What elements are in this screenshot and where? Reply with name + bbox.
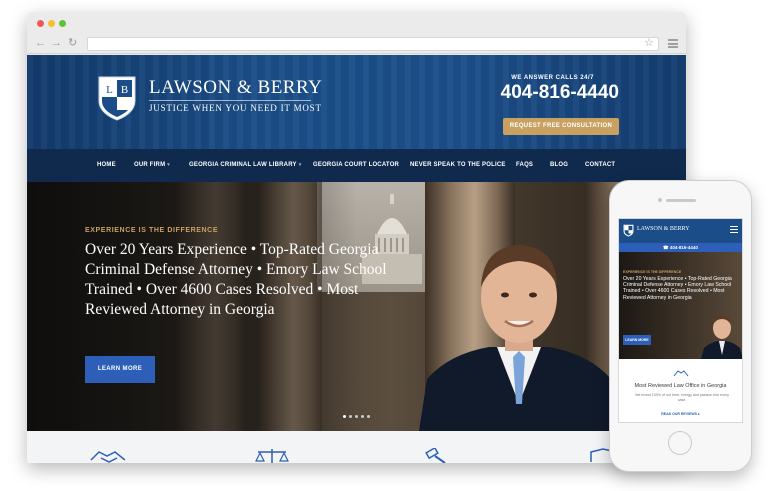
gavel-icon <box>425 448 446 463</box>
chevron-down-icon: ▾ <box>298 162 302 168</box>
hero-headline: Over 20 Years Experience • Top-Rated Geo… <box>85 241 387 318</box>
mobile-phone-mockup: LAWSON & BERRY ☎ 404-816-4440 EXPERIENCE… <box>609 180 752 472</box>
nav-item-georgia-criminal-law-library[interactable]: GEORGIA CRIMINAL LAW LIBRARY ▾ <box>189 162 301 168</box>
nav-item-never-speak-to-the-police[interactable]: NEVER SPEAK TO THE POLICE <box>410 162 506 168</box>
minimize-window-icon[interactable] <box>48 20 55 27</box>
site-header: L B LAWSON & BERRY JUSTICE WHEN YOU NEED… <box>27 55 686 149</box>
mobile-learn-more-button[interactable]: LEARN MORE <box>623 335 651 345</box>
mobile-hero-kicker: EXPERIENCE IS THE DIFFERENCE <box>623 270 682 274</box>
page-viewport: L B LAWSON & BERRY JUSTICE WHEN YOU NEED… <box>27 55 686 463</box>
slider-dot[interactable] <box>343 415 346 418</box>
mobile-hero-headline: Over 20 Years Experience • Top-Rated Geo… <box>623 276 732 301</box>
nav-item-our-firm[interactable]: OUR FIRM ▾ <box>134 162 170 168</box>
hamburger-menu-icon[interactable] <box>730 226 738 233</box>
mobile-header: LAWSON & BERRY <box>619 219 742 243</box>
slider-dot[interactable] <box>349 415 352 418</box>
slider-dot[interactable] <box>367 415 370 418</box>
browser-toolbar: ← → ↻ ☆ <box>27 34 686 54</box>
desktop-browser-mockup: ← → ↻ ☆ L B LAWSON & BERRY JUSTICE WHEN … <box>27 12 686 463</box>
main-navigation: HOME OUR FIRM ▾ GEORGIA CRIMINAL LAW LIBR… <box>27 149 686 182</box>
read-reviews-link[interactable]: READ OUR REVIEWS ▸ <box>619 412 742 416</box>
bookmark-star-icon[interactable]: ☆ <box>644 37 654 49</box>
header-phone-number[interactable]: 404-816-4440 <box>501 82 619 104</box>
back-arrow-icon[interactable]: ← <box>35 37 46 49</box>
shield-logo-icon[interactable] <box>623 224 634 237</box>
calls-label: WE ANSWER CALLS 24/7 <box>511 75 594 81</box>
mobile-section-title: Most Reviewed Law Office in Georgia <box>634 383 727 389</box>
address-bar[interactable] <box>87 37 659 51</box>
slider-dot[interactable] <box>361 415 364 418</box>
learn-more-button[interactable]: LEARN MORE <box>85 356 155 383</box>
attorney-portrait-image <box>419 245 619 431</box>
handshake-icon <box>90 451 126 463</box>
mobile-screen: LAWSON & BERRY ☎ 404-816-4440 EXPERIENCE… <box>618 218 743 423</box>
slider-dot[interactable] <box>355 415 358 418</box>
attorney-portrait-image <box>701 315 742 359</box>
firm-tagline: JUSTICE WHEN YOU NEED IT MOST <box>149 103 322 113</box>
mobile-hero: EXPERIENCE IS THE DIFFERENCE Over 20 Yea… <box>619 252 742 359</box>
mobile-section-text: We invest 100% of our time, energy and p… <box>635 393 729 402</box>
hero-slider: EXPERIENCE IS THE DIFFERENCE Over 20 Yea… <box>27 182 686 431</box>
chevron-down-icon: ▾ <box>167 162 170 168</box>
mobile-phone-bar[interactable]: ☎ 404-816-4440 <box>619 243 742 252</box>
request-consultation-button[interactable]: REQUEST FREE CONSULTATION <box>503 118 619 135</box>
nav-item-home[interactable]: HOME <box>97 162 116 168</box>
firm-name[interactable]: LAWSON & BERRY <box>149 77 322 99</box>
nav-item-contact[interactable]: CONTACT <box>585 162 615 168</box>
scales-icon <box>255 449 289 463</box>
maximize-window-icon[interactable] <box>59 20 66 27</box>
nav-item-georgia-court-locator[interactable]: GEORGIA COURT LOCATOR <box>313 162 399 168</box>
mobile-firm-name[interactable]: LAWSON & BERRY <box>637 226 690 232</box>
slider-pagination <box>343 405 373 423</box>
mobile-phone-number[interactable]: 404-816-4440 <box>670 245 698 250</box>
speaker-grille <box>666 199 696 202</box>
close-window-icon[interactable] <box>37 20 44 27</box>
nav-item-faqs[interactable]: FAQS <box>516 162 533 168</box>
browser-menu-icon[interactable] <box>668 39 678 48</box>
nav-item-blog[interactable]: BLOG <box>550 162 568 168</box>
logo-divider <box>149 100 311 101</box>
camera-icon <box>658 198 662 202</box>
shield-logo-icon[interactable]: L B <box>97 75 137 121</box>
features-strip <box>27 431 686 463</box>
handshake-icon <box>673 370 689 377</box>
logo-letter-b: B <box>121 84 128 96</box>
logo-letter-l: L <box>106 84 113 96</box>
reload-icon[interactable]: ↻ <box>68 37 77 49</box>
browser-titlebar <box>27 12 686 34</box>
forward-arrow-icon[interactable]: → <box>51 37 62 49</box>
hero-kicker: EXPERIENCE IS THE DIFFERENCE <box>85 227 219 234</box>
home-button[interactable] <box>668 431 692 455</box>
